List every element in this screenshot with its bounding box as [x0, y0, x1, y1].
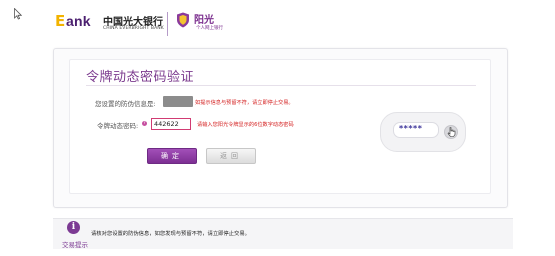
page-title: 令牌动态密码验证	[86, 70, 195, 85]
bank-logo-text: ank	[66, 13, 91, 29]
back-button[interactable]: 返回	[206, 148, 256, 164]
tips-label: 交易提示	[62, 241, 88, 249]
title-divider	[86, 85, 476, 86]
security-info-label: 您设置的防伪信息是:	[95, 100, 156, 108]
tips-text: 请核对您设置的防伪信息，如您发现与预留不符，请立即停止交易。	[91, 231, 250, 237]
security-warning: 如提示信息与预留不符，请立即停止交易。	[195, 100, 294, 106]
info-icon: i	[67, 221, 80, 234]
shield-icon	[177, 12, 189, 28]
otp-hint: 请输入您阳光令牌显示的6位数字动态密码	[197, 122, 294, 128]
bank-logo-e: E	[55, 12, 66, 30]
hand-cursor-icon	[447, 127, 456, 137]
otp-input[interactable]: 442622	[151, 118, 191, 130]
bank-name-en: CHINA EVERBRIGHT BANK	[103, 26, 164, 31]
security-info-masked	[163, 96, 193, 107]
page-header: E ank 中国光大银行 CHINA EVERBRIGHT BANK 阳光 个人…	[0, 0, 555, 42]
brand-slogan: 个人网上银行	[196, 26, 223, 31]
otp-label: 令牌动态密码:	[97, 122, 139, 130]
confirm-button[interactable]: 确定	[147, 148, 197, 164]
token-digits: *****	[399, 124, 423, 133]
brand-name: 阳光	[194, 15, 214, 26]
help-icon[interactable]: ?	[142, 121, 147, 126]
header-divider	[167, 12, 168, 36]
